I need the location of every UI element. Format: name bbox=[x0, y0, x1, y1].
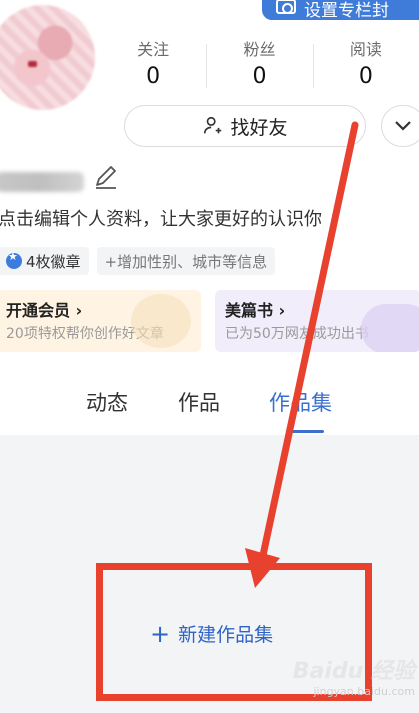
tab-works[interactable]: 作品 bbox=[178, 385, 220, 421]
stat-label: 关注 bbox=[137, 40, 170, 59]
stat-following[interactable]: 关注 0 bbox=[100, 38, 206, 98]
stat-label: 粉丝 bbox=[243, 40, 276, 59]
promo-cards: 开通会员 › 20项特权帮你创作好文章 美篇书 › 已为50万网友成功出书 bbox=[0, 290, 419, 352]
watermark-url: jingyan.baidu.com bbox=[313, 685, 415, 698]
book-card-decoration bbox=[361, 304, 419, 352]
edit-profile-prompt[interactable]: 点击编辑个人资料，让大家更好的认识你 bbox=[0, 205, 322, 231]
profile-panel: 设置专栏封 关注 0 粉丝 0 阅读 0 找好友 点击编辑个人资料，让大家更好的… bbox=[0, 0, 419, 435]
new-collection-label: 新建作品集 bbox=[178, 624, 274, 646]
stat-reads[interactable]: 阅读 0 bbox=[312, 38, 419, 98]
pencil-icon[interactable] bbox=[92, 163, 120, 191]
profile-page: 设置专栏封 关注 0 粉丝 0 阅读 0 找好友 点击编辑个人资料，让大家更好的… bbox=[0, 0, 419, 713]
vip-card[interactable]: 开通会员 › 20项特权帮你创作好文章 bbox=[0, 290, 201, 352]
add-person-icon bbox=[204, 116, 222, 134]
camera-icon bbox=[276, 0, 296, 14]
vip-card-decoration bbox=[131, 294, 191, 348]
username-blurred bbox=[0, 172, 84, 192]
stat-value: 0 bbox=[358, 64, 373, 89]
new-collection-button[interactable]: + 新建作品集 bbox=[150, 620, 273, 647]
find-friends-button[interactable]: 找好友 bbox=[124, 105, 366, 147]
stat-label: 阅读 bbox=[349, 40, 382, 59]
chevron-down-icon bbox=[395, 121, 411, 131]
stat-value: 0 bbox=[146, 64, 161, 89]
add-info-chip[interactable]: +增加性别、城市等信息 bbox=[96, 247, 276, 275]
add-info-label: +增加性别、城市等信息 bbox=[104, 252, 268, 271]
active-tab-indicator bbox=[290, 430, 324, 433]
profile-chips: 4枚徽章 +增加性别、城市等信息 bbox=[0, 247, 276, 275]
tab-activity[interactable]: 动态 bbox=[86, 385, 128, 421]
content-tabs: 动态 作品 作品集 bbox=[0, 385, 419, 433]
tab-collections[interactable]: 作品集 bbox=[269, 385, 332, 421]
baidu-watermark: Baidu 经验 jingyan.baidu.com bbox=[290, 653, 415, 709]
avatar[interactable] bbox=[0, 5, 95, 110]
book-card[interactable]: 美篇书 › 已为50万网友成功出书 bbox=[215, 290, 419, 352]
stat-value: 0 bbox=[252, 64, 267, 89]
find-friends-label: 找好友 bbox=[230, 116, 288, 139]
cover-button-label: 设置专栏封 bbox=[304, 0, 389, 21]
expand-more-button[interactable] bbox=[381, 105, 419, 147]
stats-row: 关注 0 粉丝 0 阅读 0 bbox=[100, 38, 419, 98]
badge-icon bbox=[6, 250, 22, 269]
stat-followers[interactable]: 粉丝 0 bbox=[206, 38, 312, 98]
set-column-cover-button[interactable]: 设置专栏封 bbox=[262, 0, 419, 20]
badges-label: 4枚徽章 bbox=[26, 252, 81, 271]
watermark-logo: Baidu 经验 bbox=[292, 659, 415, 684]
badges-chip[interactable]: 4枚徽章 bbox=[0, 247, 89, 275]
plus-icon: + bbox=[150, 619, 171, 648]
